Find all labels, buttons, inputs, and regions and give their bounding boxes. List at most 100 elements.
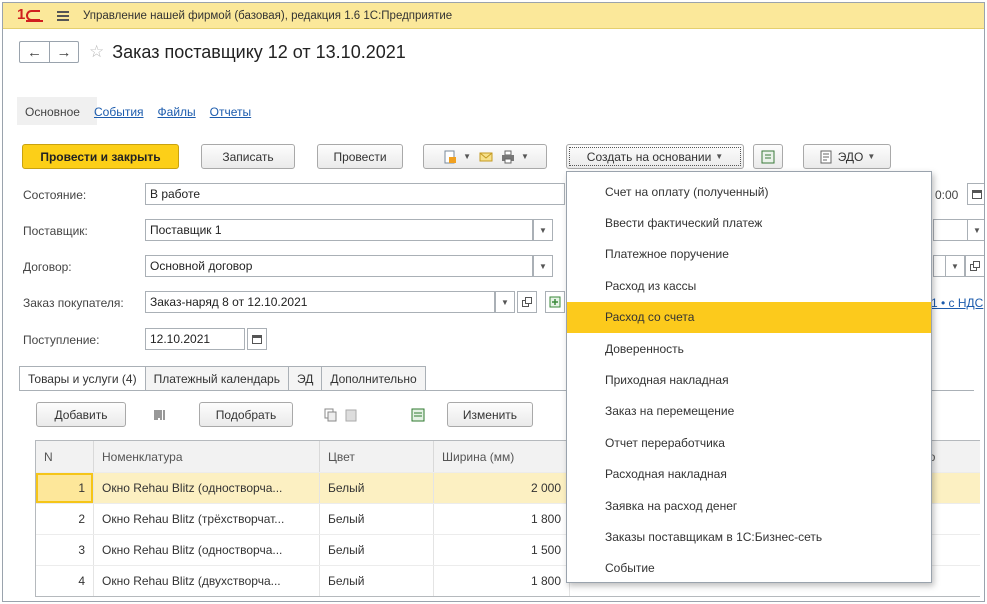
barcode-icon[interactable] [145,402,175,427]
cell-color[interactable]: Белый [320,504,434,534]
menu-item-power-of-attorney[interactable]: Доверенность [567,333,931,364]
section-files[interactable]: Файлы [158,105,196,119]
cell-width[interactable]: 1 500 [434,535,570,565]
history-nav: ← → [19,41,79,63]
section-nav: Основное События Файлы Отчеты [25,105,251,119]
contract-right-field-fragment[interactable] [933,255,945,277]
receipt-label: Поступление: [23,333,100,347]
vat-link[interactable]: 1 • с НДС [931,296,983,310]
status-label: Состояние: [23,188,87,202]
col-header-color[interactable]: Цвет [320,441,434,472]
calendar-icon[interactable] [247,328,267,350]
post-and-close-button[interactable]: Провести и закрыть [22,144,179,169]
edo-button[interactable]: ЭДО ▼ [803,144,891,169]
chevron-down-icon[interactable]: ▼ [967,219,984,241]
menu-item-payment-order[interactable]: Платежное поручение [567,239,931,270]
menu-item-account-expense[interactable]: Расход со счета [567,301,931,333]
forward-button[interactable]: → [49,42,78,62]
menu-item-event[interactable]: Событие [567,553,931,584]
tab-additional[interactable]: Дополнительно [322,366,426,391]
status-field[interactable]: В работе [145,183,565,205]
structure-button[interactable] [753,144,783,169]
supplier-field[interactable]: Поставщик 1 [145,219,533,241]
supplier-label: Поставщик: [23,224,88,238]
cell-n[interactable]: 1 [36,473,94,503]
col-header-width[interactable]: Ширина (мм) [434,441,570,472]
cell-color[interactable]: Белый [320,566,434,596]
printer-icon[interactable] [501,150,515,164]
edo-icon [820,150,832,163]
open-icon[interactable] [965,255,984,277]
cell-width[interactable]: 2 000 [434,473,570,503]
cell-nomenclature[interactable]: Окно Rehau Blitz (одностворча... [94,473,320,503]
time-field-fragment[interactable]: 0:00 [935,188,958,202]
menu-item-transfer-order[interactable]: Заказ на перемещение [567,396,931,427]
cell-nomenclature[interactable]: Окно Rehau Blitz (одностворча... [94,535,320,565]
warehouse-field-fragment[interactable] [933,219,967,241]
menu-item-cash-expense[interactable]: Расход из кассы [567,270,931,301]
app-title: Управление нашей фирмой (базовая), редак… [83,9,453,22]
cell-nomenclature[interactable]: Окно Rehau Blitz (двухстворча... [94,566,320,596]
window: 1 Управление нашей фирмой (базовая), ред… [2,2,985,602]
add-row-button[interactable]: Добавить [36,402,126,427]
cell-nomenclature[interactable]: Окно Rehau Blitz (трёхстворчат... [94,504,320,534]
main-menu-icon[interactable] [57,10,69,21]
save-button[interactable]: Записать [201,144,295,169]
menu-item-cash-request[interactable]: Заявка на расход денег [567,490,931,521]
copy-paste-icons [317,402,365,427]
cell-width[interactable]: 1 800 [434,566,570,596]
cell-n[interactable]: 4 [36,566,94,596]
customer-order-field[interactable]: Заказ-наряд 8 от 12.10.2021 [145,291,495,313]
create-based-on-button[interactable]: Создать на основании ▼ [566,144,744,169]
chevron-down-icon[interactable]: ▼ [463,152,471,161]
favorite-star-icon[interactable]: ☆ [89,42,104,62]
menu-item-business-network-orders[interactable]: Заказы поставщикам в 1С:Бизнес-сеть [567,521,931,552]
col-header-nomenclature[interactable]: Номенклатура [94,441,320,472]
cell-color[interactable]: Белый [320,473,434,503]
pick-button[interactable]: Подобрать [199,402,293,427]
menu-item-receipt-invoice[interactable]: Приходная накладная [567,364,931,395]
edo-label: ЭДО [837,149,864,164]
menu-item-expense-invoice[interactable]: Расходная накладная [567,459,931,490]
cell-n[interactable]: 2 [36,504,94,534]
section-main[interactable]: Основное [25,105,80,119]
menu-item-processor-report[interactable]: Отчет переработчика [567,427,931,458]
contract-label: Договор: [23,260,72,274]
document-icon[interactable] [443,150,457,164]
open-icon[interactable] [517,291,537,313]
tab-ed[interactable]: ЭД [288,366,323,391]
mail-icon[interactable] [479,150,493,164]
chevron-down-icon: ▼ [867,152,876,161]
create-based-on-menu: Счет на оплату (полученный) Ввести факти… [566,171,932,583]
section-events[interactable]: События [94,105,144,119]
chevron-down-icon: ▼ [715,152,724,161]
create-based-on-label: Создать на основании [586,149,712,164]
receipt-date-field[interactable]: 12.10.2021 [145,328,245,350]
section-reports[interactable]: Отчеты [210,105,251,119]
calendar-icon[interactable] [967,183,984,205]
1c-logo-icon: 1 [17,6,43,24]
contract-field[interactable]: Основной договор [145,255,533,277]
customer-order-label: Заказ покупателя: [23,296,124,310]
paste-icon[interactable] [344,408,358,422]
change-button[interactable]: Изменить [447,402,533,427]
supplier-dropdown-button[interactable]: ▼ [533,219,553,241]
chevron-down-icon[interactable]: ▼ [945,255,965,277]
cell-width[interactable]: 1 800 [434,504,570,534]
back-button[interactable]: ← [20,42,49,62]
excel-icon[interactable] [405,402,431,427]
cell-color[interactable]: Белый [320,535,434,565]
contract-dropdown-button[interactable]: ▼ [533,255,553,277]
tab-goods[interactable]: Товары и услуги (4) [19,366,146,391]
post-button[interactable]: Провести [317,144,403,169]
col-header-n[interactable]: N [36,441,94,472]
cell-n[interactable]: 3 [36,535,94,565]
copy-icon[interactable] [324,408,338,422]
add-order-icon[interactable] [545,291,565,313]
menu-item-actual-payment[interactable]: Ввести фактический платеж [567,207,931,238]
title-bar: 1 Управление нашей фирмой (базовая), ред… [3,3,984,29]
customer-order-dropdown-button[interactable]: ▼ [495,291,515,313]
menu-item-invoice-received[interactable]: Счет на оплату (полученный) [567,176,931,207]
chevron-down-icon[interactable]: ▼ [521,152,529,161]
tab-payment-calendar[interactable]: Платежный календарь [145,366,289,391]
